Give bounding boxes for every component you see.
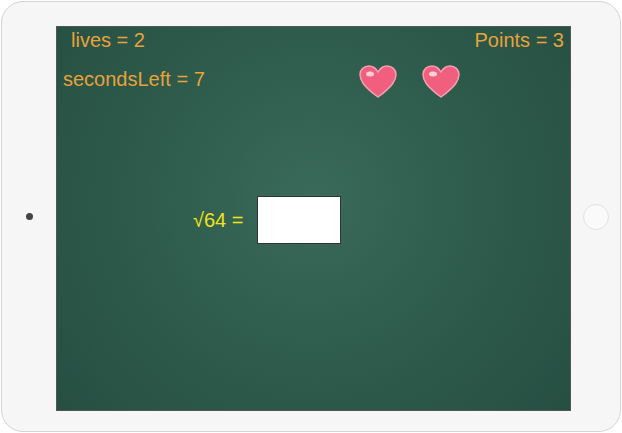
tablet-body: lives = 2 Points = 3 secondsLeft = 7 √64 = (1, 1, 621, 432)
left-bezel (2, 2, 56, 431)
lives-label: lives = 2 (71, 28, 145, 52)
game-canvas: lives = 2 Points = 3 secondsLeft = 7 √64 = (56, 26, 571, 411)
question-prompt: √64 = (193, 208, 243, 232)
right-bezel (571, 2, 620, 431)
hearts-row (359, 65, 460, 99)
points-label: Points = 3 (474, 28, 564, 52)
heart-icon (359, 65, 397, 99)
tablet-frame: lives = 2 Points = 3 secondsLeft = 7 √64 = (0, 0, 622, 433)
camera-icon (26, 213, 33, 220)
question-row: √64 = (193, 196, 341, 244)
home-button-icon[interactable] (583, 204, 609, 230)
seconds-left-label: secondsLeft = 7 (63, 67, 205, 91)
answer-input[interactable] (257, 196, 341, 244)
heart-icon (422, 65, 460, 99)
